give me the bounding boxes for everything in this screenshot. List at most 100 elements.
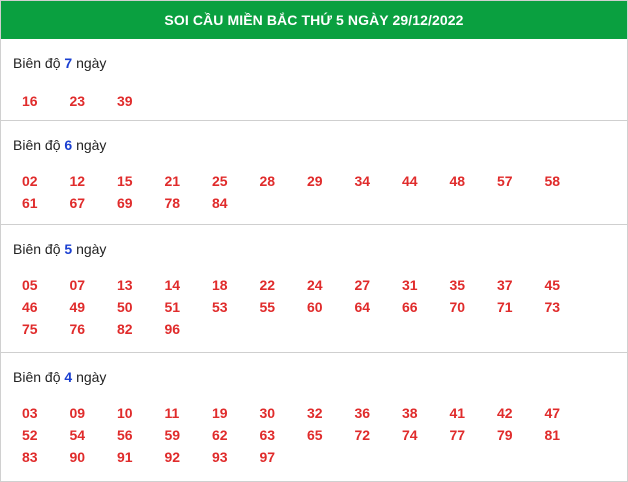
- group-label-suffix: ngày: [76, 137, 107, 153]
- amplitude-group-5: Biên độ 5 ngày 05 07 13 14 18 22 24 27 31 35 37 45 4…: [1, 225, 627, 353]
- lottery-number: 55: [259, 299, 276, 315]
- group-title: Biên độ 7 ngày: [1, 39, 627, 72]
- lottery-number: 92: [164, 449, 181, 465]
- lottery-number: 16: [22, 93, 38, 109]
- group-days: 6: [64, 137, 73, 153]
- lottery-number: 83: [22, 449, 38, 465]
- lottery-number: 76: [69, 321, 86, 337]
- lottery-number: 53: [212, 299, 228, 315]
- lottery-number: 61: [22, 195, 38, 211]
- lottery-number: 54: [69, 427, 86, 443]
- lottery-number: 45: [544, 277, 561, 293]
- lottery-number: 18: [212, 277, 228, 293]
- group-label-prefix: Biên độ: [13, 369, 61, 385]
- group-label-prefix: Biên độ: [13, 241, 61, 257]
- lottery-number: 27: [354, 277, 371, 293]
- lottery-number: 64: [354, 299, 371, 315]
- lottery-number: 90: [69, 449, 86, 465]
- lottery-number: 47: [544, 405, 561, 421]
- lottery-number: 28: [259, 173, 276, 189]
- lottery-number: 29: [307, 173, 323, 189]
- lottery-number: 39: [117, 93, 133, 109]
- lottery-number: 75: [22, 321, 38, 337]
- lottery-number: 30: [259, 405, 276, 421]
- group-label-suffix: ngày: [76, 241, 107, 257]
- lottery-number: 49: [69, 299, 86, 315]
- lottery-number: 25: [212, 173, 228, 189]
- lottery-number: 36: [354, 405, 371, 421]
- lottery-number: 78: [164, 195, 181, 211]
- lottery-number: 70: [449, 299, 466, 315]
- group-title: Biên độ 4 ngày: [1, 353, 627, 386]
- lottery-number: 81: [544, 427, 561, 443]
- lottery-number: 63: [259, 427, 276, 443]
- lottery-number: 52: [22, 427, 38, 443]
- lottery-number: 57: [497, 173, 513, 189]
- group-days: 7: [64, 55, 73, 71]
- lottery-number: 65: [307, 427, 323, 443]
- group-days: 4: [64, 369, 73, 385]
- group-days: 5: [64, 241, 73, 257]
- lottery-number: 32: [307, 405, 323, 421]
- lottery-number: 21: [164, 173, 181, 189]
- group-label-suffix: ngày: [76, 369, 107, 385]
- number-grid: 02 12 15 21 25 28 29 34 44 48 57 58 61 67 69 78 84: [1, 154, 627, 213]
- lottery-number: 56: [117, 427, 133, 443]
- number-grid: 05 07 13 14 18 22 24 27 31 35 37 45 46 49 50 51 53 55 60 64…: [1, 258, 627, 339]
- lottery-number: 38: [402, 405, 418, 421]
- lottery-number: 62: [212, 427, 228, 443]
- lottery-number: 60: [307, 299, 323, 315]
- lottery-number: 69: [117, 195, 133, 211]
- lottery-number: 41: [449, 405, 466, 421]
- lottery-number: 73: [544, 299, 561, 315]
- lottery-number: 96: [164, 321, 181, 337]
- lottery-number: 24: [307, 277, 323, 293]
- lottery-number: 51: [164, 299, 181, 315]
- lottery-number: 13: [117, 277, 133, 293]
- soi-cau-panel: SOI CẦU MIỀN BẮC THỨ 5 NGÀY 29/12/2022 B…: [0, 0, 628, 482]
- lottery-number: 37: [497, 277, 513, 293]
- lottery-number: 42: [497, 405, 513, 421]
- lottery-number: 35: [449, 277, 466, 293]
- lottery-number: 12: [69, 173, 86, 189]
- number-grid: 16 23 39: [1, 72, 627, 111]
- lottery-number: 48: [449, 173, 466, 189]
- group-label-prefix: Biên độ: [13, 55, 61, 71]
- lottery-number: 59: [164, 427, 181, 443]
- lottery-number: 23: [69, 93, 86, 109]
- lottery-number: 09: [69, 405, 86, 421]
- group-label-prefix: Biên độ: [13, 137, 61, 153]
- lottery-number: 67: [69, 195, 86, 211]
- lottery-number: 66: [402, 299, 418, 315]
- lottery-number: 44: [402, 173, 418, 189]
- lottery-number: 05: [22, 277, 38, 293]
- amplitude-group-4: Biên độ 4 ngày 03 09 10 11 19 30 32 36 38 41 42 47 5…: [1, 353, 627, 473]
- lottery-number: 50: [117, 299, 133, 315]
- lottery-number: 74: [402, 427, 418, 443]
- group-title: Biên độ 6 ngày: [1, 121, 627, 154]
- number-grid: 03 09 10 11 19 30 32 36 38 41 42 47 52 54 56 59 62 63 65 72…: [1, 386, 627, 467]
- group-title: Biên độ 5 ngày: [1, 225, 627, 258]
- panel-title: SOI CẦU MIỀN BẮC THỨ 5 NGÀY 29/12/2022: [164, 12, 464, 28]
- lottery-number: 93: [212, 449, 228, 465]
- lottery-number: 82: [117, 321, 133, 337]
- lottery-number: 91: [117, 449, 133, 465]
- lottery-number: 15: [117, 173, 133, 189]
- lottery-number: 97: [259, 449, 276, 465]
- lottery-number: 58: [544, 173, 561, 189]
- lottery-number: 46: [22, 299, 38, 315]
- amplitude-group-7: Biên độ 7 ngày 16 23 39: [1, 39, 627, 121]
- lottery-number: 79: [497, 427, 513, 443]
- group-label-suffix: ngày: [76, 55, 107, 71]
- lottery-number: 10: [117, 405, 133, 421]
- lottery-number: 19: [212, 405, 228, 421]
- lottery-number: 31: [402, 277, 418, 293]
- lottery-number: 03: [22, 405, 38, 421]
- lottery-number: 71: [497, 299, 513, 315]
- lottery-number: 02: [22, 173, 38, 189]
- lottery-number: 07: [69, 277, 86, 293]
- lottery-number: 84: [212, 195, 228, 211]
- panel-header: SOI CẦU MIỀN BẮC THỨ 5 NGÀY 29/12/2022: [1, 1, 627, 39]
- lottery-number: 72: [354, 427, 371, 443]
- lottery-number: 11: [164, 405, 180, 421]
